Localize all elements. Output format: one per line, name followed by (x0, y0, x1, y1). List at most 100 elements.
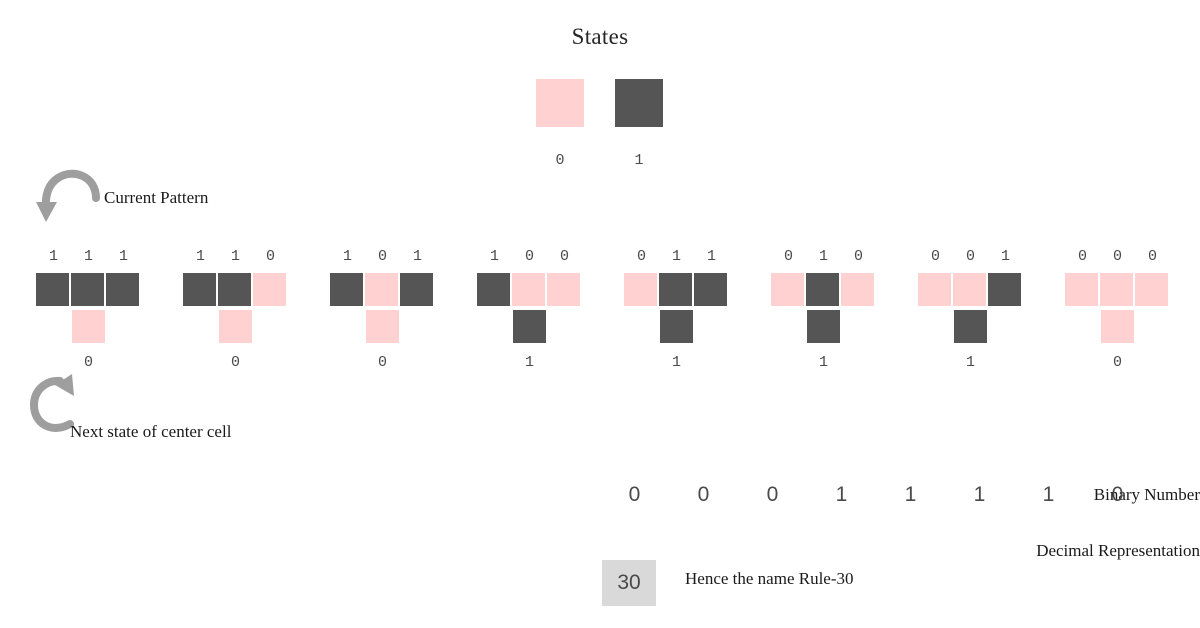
pattern-digit: 0 (1112, 248, 1122, 265)
result-cell-row (918, 310, 1023, 343)
pattern-digits: 0 0 0 (1065, 248, 1170, 265)
pattern-cell-0 (771, 273, 804, 306)
decimal-representation-label: Decimal Representation (1036, 541, 1200, 560)
pattern-digit: 1 (489, 248, 499, 265)
pattern-digits: 0 1 1 (624, 248, 729, 265)
result-cell-0 (72, 310, 105, 343)
result-digit: 0 (1112, 354, 1122, 371)
pattern-digits: 1 0 0 (477, 248, 582, 265)
pattern-cells (477, 273, 582, 306)
pattern-cell-1 (71, 273, 104, 306)
decimal-representation-row: Decimal Representation 30 Hence the name… (0, 536, 1200, 606)
pattern-digit: 0 (853, 248, 863, 265)
pattern-digit: 1 (118, 248, 128, 265)
binary-digit: 1 (835, 483, 848, 506)
result-cell-row (771, 310, 876, 343)
pattern-cells (1065, 273, 1170, 306)
pattern-cell-1 (36, 273, 69, 306)
result-digit: 1 (818, 354, 828, 371)
pattern-digit: 0 (636, 248, 646, 265)
pattern-cells (624, 273, 729, 306)
pattern-cells (771, 273, 876, 306)
binary-digit: 0 (1111, 483, 1124, 506)
rule-group: 0 0 0 0 (1065, 248, 1170, 371)
result-cell-row (36, 310, 141, 343)
result-cell-row (183, 310, 288, 343)
pattern-cell-1 (183, 273, 216, 306)
pattern-digit: 1 (48, 248, 58, 265)
pattern-digit: 1 (195, 248, 205, 265)
result-cell-0 (1101, 310, 1134, 343)
result-digit: 1 (965, 354, 975, 371)
result-digit: 1 (671, 354, 681, 371)
binary-number-row: Binary Number 00011110 (0, 480, 1200, 536)
rule-group: 0 1 0 1 (771, 248, 876, 371)
state-legend-item-0: 0 (536, 79, 584, 169)
result-digit: 0 (230, 354, 240, 371)
result-cell-0 (366, 310, 399, 343)
pattern-digit: 0 (559, 248, 569, 265)
pattern-digit: 1 (83, 248, 93, 265)
pattern-digit: 0 (265, 248, 275, 265)
pattern-cell-0 (1065, 273, 1098, 306)
result-cell-1 (954, 310, 987, 343)
result-cell-row (330, 310, 435, 343)
result-cell-1 (660, 310, 693, 343)
rule-group: 0 0 1 1 (918, 248, 1023, 371)
pattern-cells (330, 273, 435, 306)
rule-group: 1 0 1 0 (330, 248, 435, 371)
decimal-note: Hence the name Rule-30 (685, 569, 854, 588)
pattern-cell-1 (106, 273, 139, 306)
binary-digit: 1 (904, 483, 917, 506)
pattern-digit: 0 (1077, 248, 1087, 265)
pattern-cells (36, 273, 141, 306)
current-pattern-arrow-icon (33, 166, 103, 233)
pattern-digit: 0 (930, 248, 940, 265)
pattern-digit: 1 (1000, 248, 1010, 265)
state-label: 0 (555, 152, 565, 169)
pattern-cell-0 (512, 273, 545, 306)
decimal-value-box: 30 (602, 560, 656, 606)
pattern-cell-1 (694, 273, 727, 306)
state-label: 1 (634, 152, 644, 169)
pattern-digits: 0 1 0 (771, 248, 876, 265)
pattern-digits: 1 1 1 (36, 248, 141, 265)
binary-digit: 1 (973, 483, 986, 506)
pattern-cell-0 (547, 273, 580, 306)
state-swatch-0 (536, 79, 584, 127)
binary-digit: 0 (697, 483, 710, 506)
result-digit: 0 (83, 354, 93, 371)
pattern-cell-0 (365, 273, 398, 306)
pattern-digit: 1 (342, 248, 352, 265)
rule-group: 0 1 1 1 (624, 248, 729, 371)
current-pattern-label: Current Pattern (104, 188, 209, 207)
pattern-cell-1 (988, 273, 1021, 306)
rule-groups: 1 1 1 0 1 1 0 0 1 0 1 0 1 0 0 1 0 1 1 1 0 1 0 1 0 0 1 1 0 0 0 0 (36, 248, 1176, 371)
pattern-digits: 1 0 1 (330, 248, 435, 265)
pattern-cell-0 (953, 273, 986, 306)
result-cell-row (1065, 310, 1170, 343)
pattern-cells (918, 273, 1023, 306)
result-cell-0 (219, 310, 252, 343)
pattern-digit: 1 (412, 248, 422, 265)
pattern-digit: 1 (818, 248, 828, 265)
pattern-cell-1 (659, 273, 692, 306)
pattern-digit: 0 (524, 248, 534, 265)
pattern-digit: 0 (965, 248, 975, 265)
state-swatch-1 (615, 79, 663, 127)
binary-digits: 0 0 0 1 1 1 1 0 (600, 480, 1152, 510)
pattern-cell-1 (806, 273, 839, 306)
pattern-digits: 1 1 0 (183, 248, 288, 265)
pattern-digit: 0 (783, 248, 793, 265)
pattern-digit: 0 (377, 248, 387, 265)
binary-digit: 1 (1042, 483, 1055, 506)
pattern-cell-0 (624, 273, 657, 306)
state-legend-item-1: 1 (615, 79, 663, 169)
pattern-digit: 1 (706, 248, 716, 265)
pattern-cell-0 (253, 273, 286, 306)
pattern-digits: 0 0 1 (918, 248, 1023, 265)
states-legend: 01 (536, 79, 663, 169)
pattern-cell-1 (400, 273, 433, 306)
binary-digit: 0 (766, 483, 779, 506)
pattern-cell-0 (918, 273, 951, 306)
